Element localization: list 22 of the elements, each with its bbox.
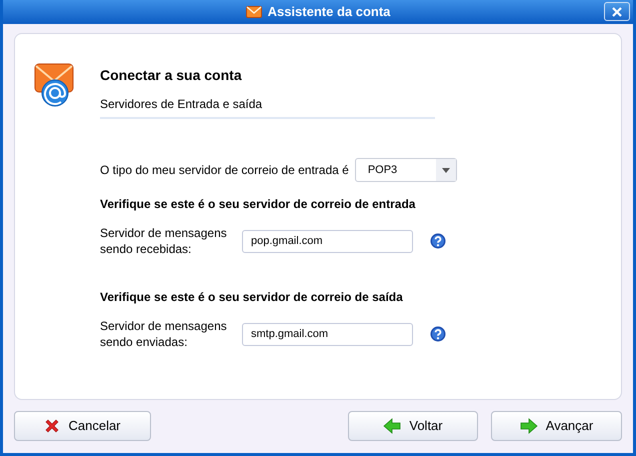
next-button[interactable]: Avançar [491,411,622,441]
cancel-button[interactable]: Cancelar [14,411,151,441]
field-label: Servidor de mensagens sendo recebidas: [100,225,228,257]
server-type-dropdown[interactable]: POP3 [354,158,457,182]
left-arrow-icon [383,418,402,434]
server-input-field[interactable]: smtp.gmail.com [242,322,413,346]
window-title: Assistente da conta [268,3,390,22]
help-icon[interactable] [430,233,446,249]
server-input-field[interactable]: pop.gmail.com [242,230,413,252]
close-button[interactable] [604,2,630,21]
cross-icon [44,418,60,434]
close-icon [612,6,622,16]
page-heading: Conectar a sua conta [100,66,243,85]
server-type-label: O tipo do meu servidor de correio de entrada é [100,162,349,179]
section-heading: Verifique se este é o seu servidor de correio de entrada [100,196,416,213]
envelope-icon [246,6,262,18]
section-heading: Verifique se este é o seu servidor de correio de saída [100,289,404,306]
field-label: Servidor de mensagens sendo enviadas: [100,318,228,350]
right-arrow-icon [520,418,538,434]
back-button[interactable]: Voltar [348,411,478,441]
page-subtitle: Servidores de Entrada e saída [100,97,262,111]
help-icon[interactable] [430,326,446,342]
